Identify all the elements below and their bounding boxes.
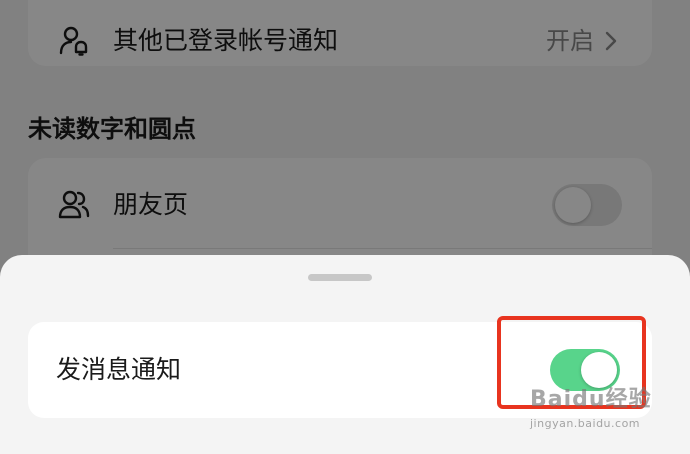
watermark-url: jingyan.baidu.com <box>530 417 641 430</box>
message-notification-label: 发消息通知 <box>56 355 182 384</box>
watermark-logo: Baidu经验 <box>530 387 652 412</box>
watermark: Baidu经验 jingyan.baidu.com <box>530 387 655 435</box>
sheet-grabber[interactable] <box>308 274 372 281</box>
